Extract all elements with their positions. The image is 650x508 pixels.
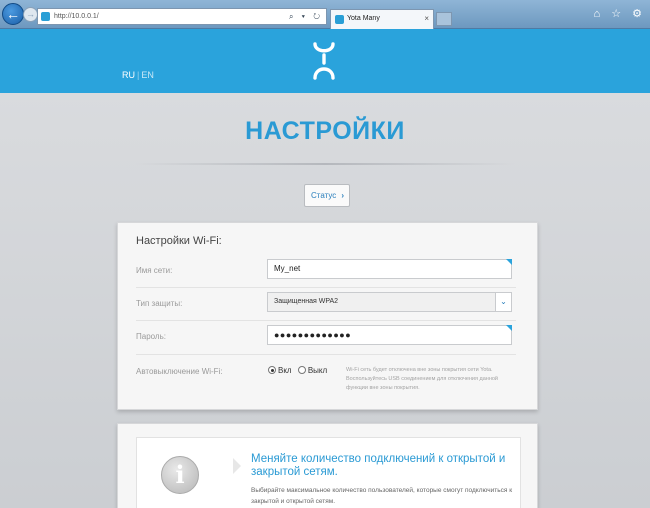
info-title: Меняйте количество подключений к открыто…	[251, 453, 506, 478]
yota-favicon-icon	[41, 12, 50, 21]
wifi-autooff-label: Автовыключение Wi-Fi:	[136, 367, 223, 376]
url-text: http://10.0.0.1/	[54, 13, 99, 20]
status-button[interactable]: Статус ›	[304, 184, 350, 207]
info-card: i Меняйте количество подключений к откры…	[117, 423, 538, 508]
password-label: Пароль:	[136, 332, 166, 341]
address-actions-icon[interactable]: ⌕ ▾ ↻	[289, 9, 323, 24]
password-value: ●●●●●●●●●●●●●	[274, 330, 352, 340]
radio-on-option[interactable]: Вкл	[268, 366, 292, 375]
back-arrow-icon[interactable]: ←	[2, 3, 24, 25]
yota-logo-icon	[313, 42, 335, 80]
settings-page: НАСТРОЙКИ Статус › Настройки Wi-Fi: Имя …	[0, 93, 650, 508]
language-switcher: RU | EN	[122, 70, 154, 80]
wifi-settings-title: Настройки Wi-Fi:	[136, 235, 222, 247]
site-header: RU | EN	[0, 29, 650, 93]
security-type-label: Тип защиты:	[136, 299, 183, 308]
chevron-right-icon: ›	[341, 191, 344, 200]
wifi-autooff-radio-group: Вкл Выкл	[268, 366, 331, 375]
info-text: Выбирайте максимальное количество пользо…	[251, 487, 513, 505]
yota-favicon-icon	[335, 15, 344, 24]
security-type-select[interactable]: Защищенная WPA2 ⌄	[267, 292, 512, 312]
row-divider	[136, 320, 516, 321]
address-bar[interactable]: http://10.0.0.1/ ⌕ ▾ ↻	[37, 8, 327, 25]
close-icon[interactable]: ×	[424, 10, 429, 28]
password-input[interactable]: ●●●●●●●●●●●●●	[267, 325, 512, 345]
browser-tools-icon[interactable]: ⌂ ☆ ⚙	[594, 7, 646, 20]
wifi-autooff-note: Wi-Fi сеть будет отключена вне зоны покр…	[346, 367, 498, 391]
network-name-value: My_net	[274, 264, 301, 273]
page-title: НАСТРОЙКИ	[245, 117, 405, 145]
field-corner-icon	[506, 325, 512, 331]
lang-ru-link[interactable]: RU	[122, 70, 135, 80]
title-divider	[135, 163, 515, 165]
radio-off-label: Выкл	[307, 366, 328, 375]
lang-en-link[interactable]: EN	[141, 70, 154, 80]
tab-title: Yota Many	[347, 15, 380, 22]
row-divider	[136, 287, 516, 288]
security-type-value: Защищенная WPA2	[274, 298, 339, 305]
row-divider	[136, 354, 516, 355]
radio-on-icon[interactable]	[268, 366, 276, 374]
chevron-down-icon[interactable]: ⌄	[495, 293, 511, 311]
new-tab-button[interactable]	[436, 12, 452, 26]
browser-toolbar: ← → http://10.0.0.1/ ⌕ ▾ ↻ Yota Many × ⌂…	[0, 0, 650, 29]
status-button-label: Статус	[311, 191, 337, 200]
browser-tab[interactable]: Yota Many ×	[330, 9, 434, 29]
wifi-settings-card: Настройки Wi-Fi: Имя сети: My_net Тип за…	[117, 222, 538, 410]
radio-off-option[interactable]: Выкл	[297, 366, 328, 375]
info-panel: i Меняйте количество подключений к откры…	[136, 437, 521, 508]
network-name-label: Имя сети:	[136, 266, 173, 275]
radio-off-icon[interactable]	[297, 366, 306, 374]
forward-arrow-icon[interactable]: →	[23, 7, 38, 22]
pointer-arrow-icon	[233, 458, 241, 474]
info-icon: i	[161, 456, 199, 494]
radio-on-label: Вкл	[278, 366, 292, 375]
lang-separator: |	[137, 70, 140, 80]
field-corner-icon	[506, 259, 512, 265]
network-name-input[interactable]: My_net	[267, 259, 512, 279]
